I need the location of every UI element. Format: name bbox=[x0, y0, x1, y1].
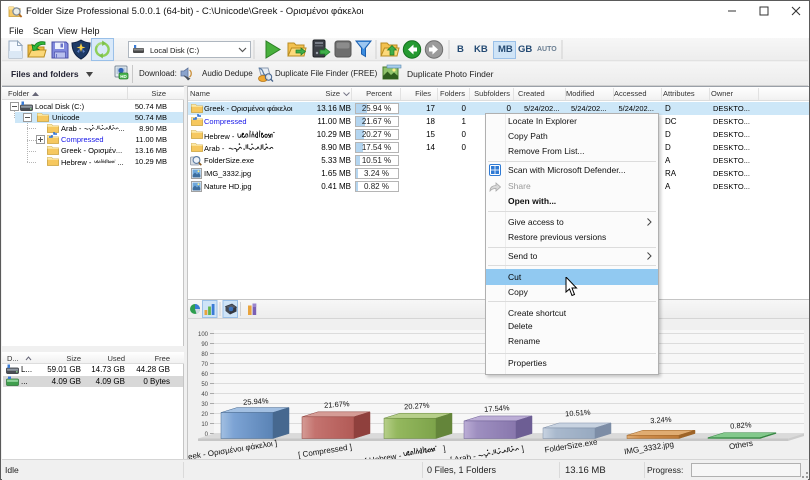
svg-text:21.67%: 21.67% bbox=[324, 399, 350, 410]
svg-text:50: 50 bbox=[201, 382, 208, 388]
svg-text:100: 100 bbox=[198, 332, 209, 338]
svg-text:30: 30 bbox=[201, 402, 208, 408]
svg-text:20: 20 bbox=[201, 412, 208, 418]
svg-text:10.51%: 10.51% bbox=[565, 408, 591, 419]
svg-text:10: 10 bbox=[201, 422, 208, 428]
svg-text:17.54%: 17.54% bbox=[484, 403, 510, 414]
svg-text:60: 60 bbox=[201, 372, 208, 378]
svg-text:3.24%: 3.24% bbox=[650, 415, 672, 425]
svg-text:40: 40 bbox=[201, 392, 208, 398]
svg-text:90: 90 bbox=[201, 342, 208, 348]
svg-text:0.82%: 0.82% bbox=[730, 420, 752, 430]
svg-text:20.27%: 20.27% bbox=[404, 401, 430, 412]
svg-text:HD: HD bbox=[120, 74, 127, 79]
svg-text:80: 80 bbox=[201, 352, 208, 358]
svg-text:70: 70 bbox=[201, 362, 208, 368]
svg-text:25.94%: 25.94% bbox=[243, 396, 269, 407]
